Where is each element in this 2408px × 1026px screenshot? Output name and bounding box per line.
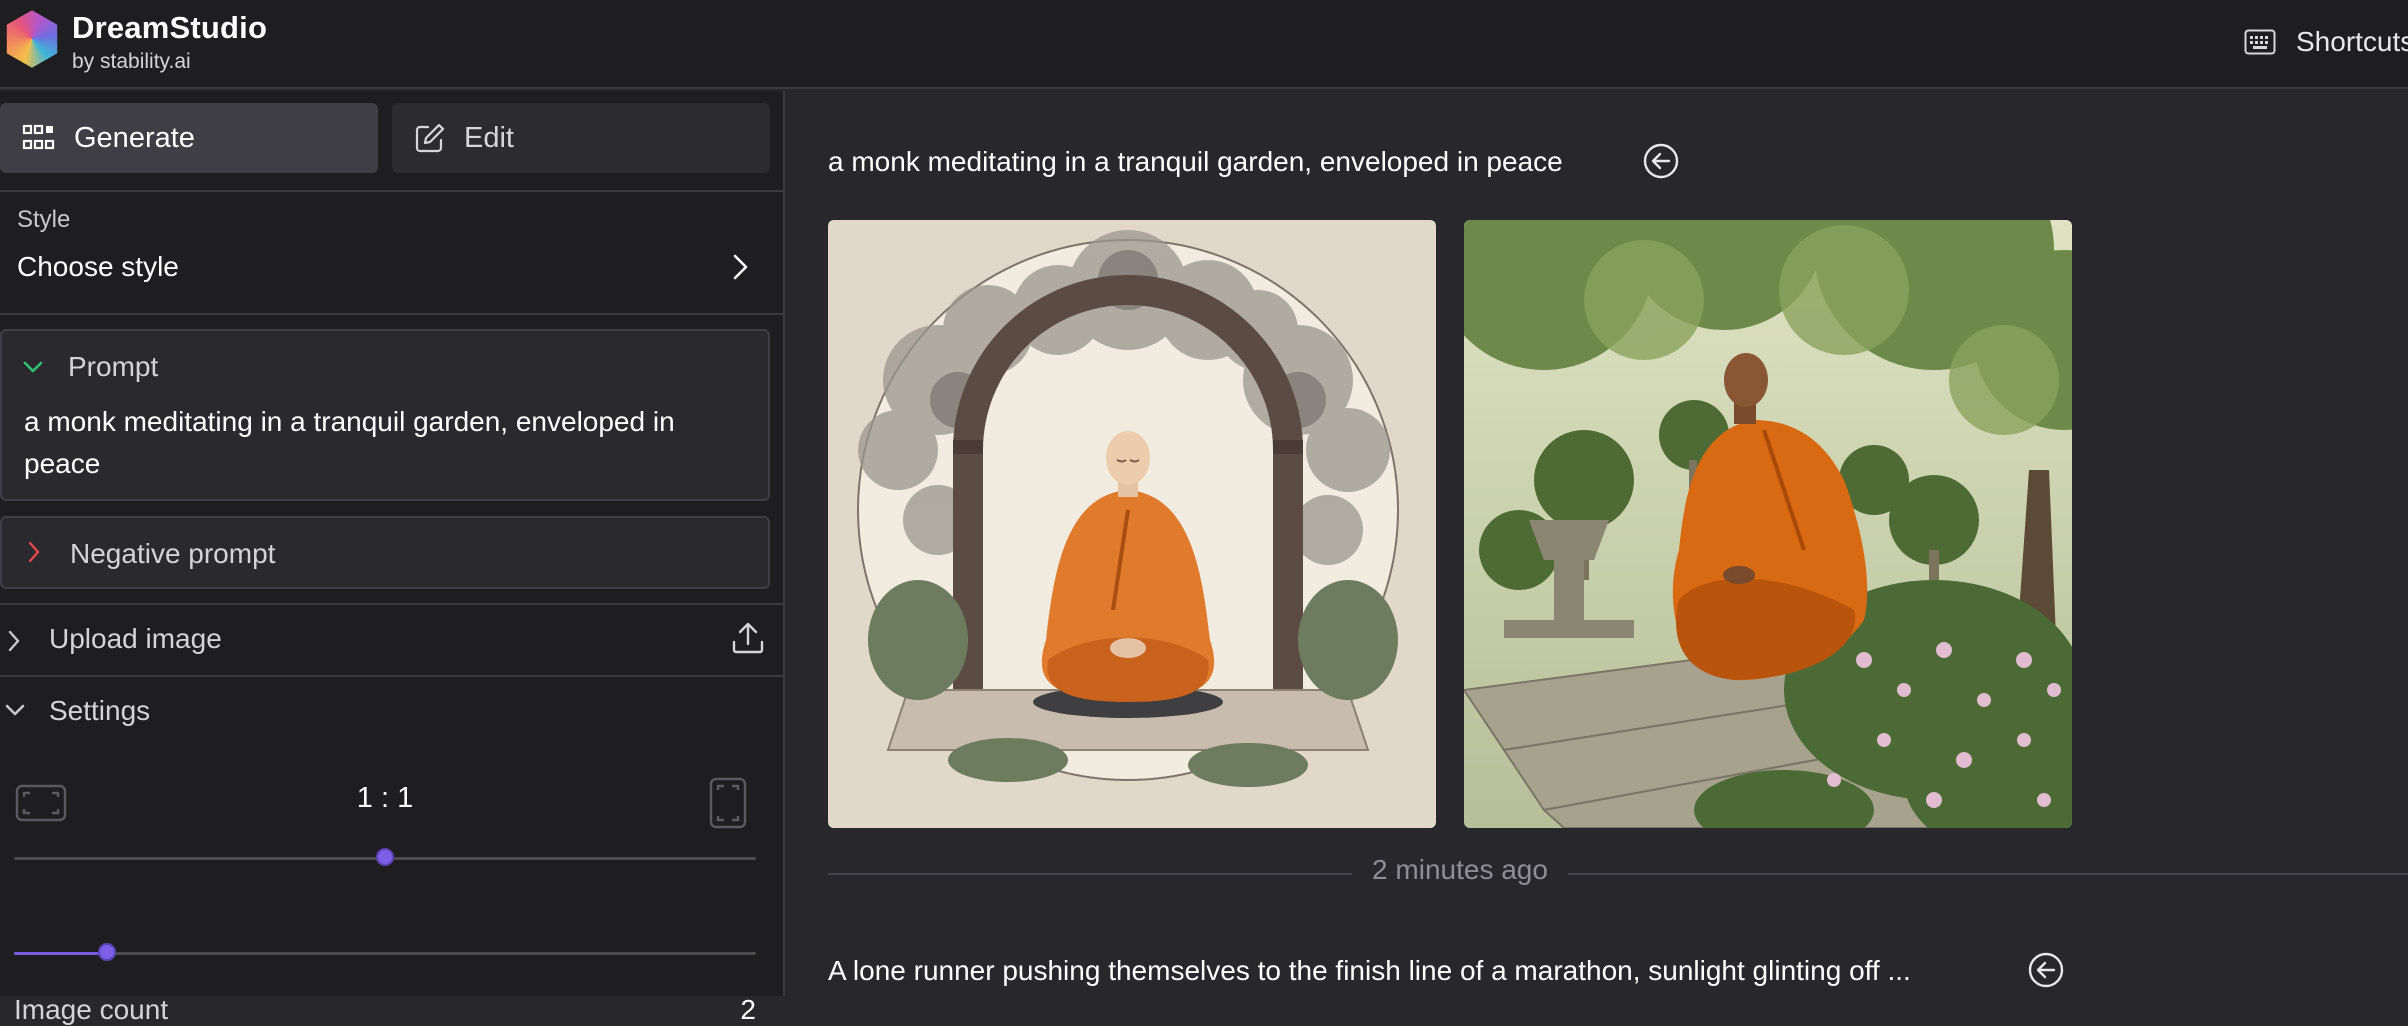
- shortcuts-label: Shortcuts: [2296, 26, 2408, 57]
- keyboard-icon: [2244, 29, 2276, 55]
- generated-image-1[interactable]: [828, 220, 1436, 828]
- slider-fill: [14, 952, 107, 955]
- image-count-label: Image count: [14, 994, 169, 1025]
- divider: [0, 675, 785, 677]
- slider-thumb[interactable]: [376, 848, 394, 866]
- tab-generate-label: Generate: [74, 121, 195, 154]
- negative-prompt-section[interactable]: Negative prompt: [0, 516, 770, 589]
- upload-icon[interactable]: [731, 621, 765, 655]
- shortcuts-button[interactable]: Shortcuts: [2244, 22, 2408, 62]
- chevron-down-icon[interactable]: [4, 702, 26, 718]
- chevron-down-icon[interactable]: [22, 359, 44, 375]
- image-count-value: 2: [740, 994, 756, 1025]
- grid-icon: [22, 124, 55, 150]
- app-name: DreamStudio: [72, 10, 268, 45]
- tab-edit[interactable]: Edit: [392, 103, 770, 173]
- chevron-right-icon: [28, 541, 40, 563]
- edit-icon: [415, 123, 445, 153]
- chevron-right-icon[interactable]: [728, 251, 752, 283]
- app-byline: by stability.ai: [72, 50, 191, 73]
- choose-style-button[interactable]: Choose style: [17, 251, 179, 283]
- generation-timestamp-row: 2 minutes ago: [828, 854, 2408, 894]
- left-panel: Generate Edit Style Choose style Prompt …: [0, 91, 785, 1025]
- chevron-right-icon[interactable]: [6, 628, 22, 654]
- divider: [0, 190, 785, 192]
- settings-toggle[interactable]: Settings: [49, 695, 150, 727]
- dreamstudio-logo[interactable]: [6, 10, 58, 68]
- upload-image-toggle[interactable]: Upload image: [49, 623, 222, 655]
- prompt-title[interactable]: Prompt: [68, 351, 158, 383]
- generation-prompt: A lone runner pushing themselves to the …: [828, 955, 1911, 986]
- main-area: a monk meditating in a tranquil garden, …: [787, 91, 2408, 996]
- style-label: Style: [17, 206, 71, 233]
- generation-prompt: a monk meditating in a tranquil garden, …: [828, 146, 1563, 177]
- landscape-ratio-icon[interactable]: [15, 784, 67, 822]
- prompt-input[interactable]: a monk meditating in a tranquil garden, …: [24, 401, 744, 485]
- monk-garden-painting: [1464, 220, 2072, 828]
- tab-generate[interactable]: Generate: [0, 103, 378, 173]
- portrait-ratio-icon[interactable]: [709, 777, 747, 829]
- reuse-prompt-icon[interactable]: [2027, 951, 2065, 989]
- slider-track: [14, 952, 756, 955]
- divider: [0, 603, 785, 605]
- top-bar: DreamStudio by stability.ai Shortcuts: [0, 0, 2408, 89]
- negative-prompt-title: Negative prompt: [70, 538, 276, 569]
- reuse-prompt-icon[interactable]: [1642, 142, 1680, 180]
- generation-timestamp: 2 minutes ago: [1372, 854, 1548, 885]
- divider: [1568, 873, 2408, 875]
- prompt-section: Prompt a monk meditating in a tranquil g…: [0, 329, 770, 501]
- tab-edit-label: Edit: [464, 121, 514, 154]
- generated-image-2[interactable]: [1464, 220, 2072, 828]
- aspect-ratio-value: 1 : 1: [356, 782, 414, 814]
- divider: [0, 313, 785, 315]
- slider-thumb[interactable]: [97, 943, 116, 961]
- monk-arch-illustration: [828, 220, 1436, 828]
